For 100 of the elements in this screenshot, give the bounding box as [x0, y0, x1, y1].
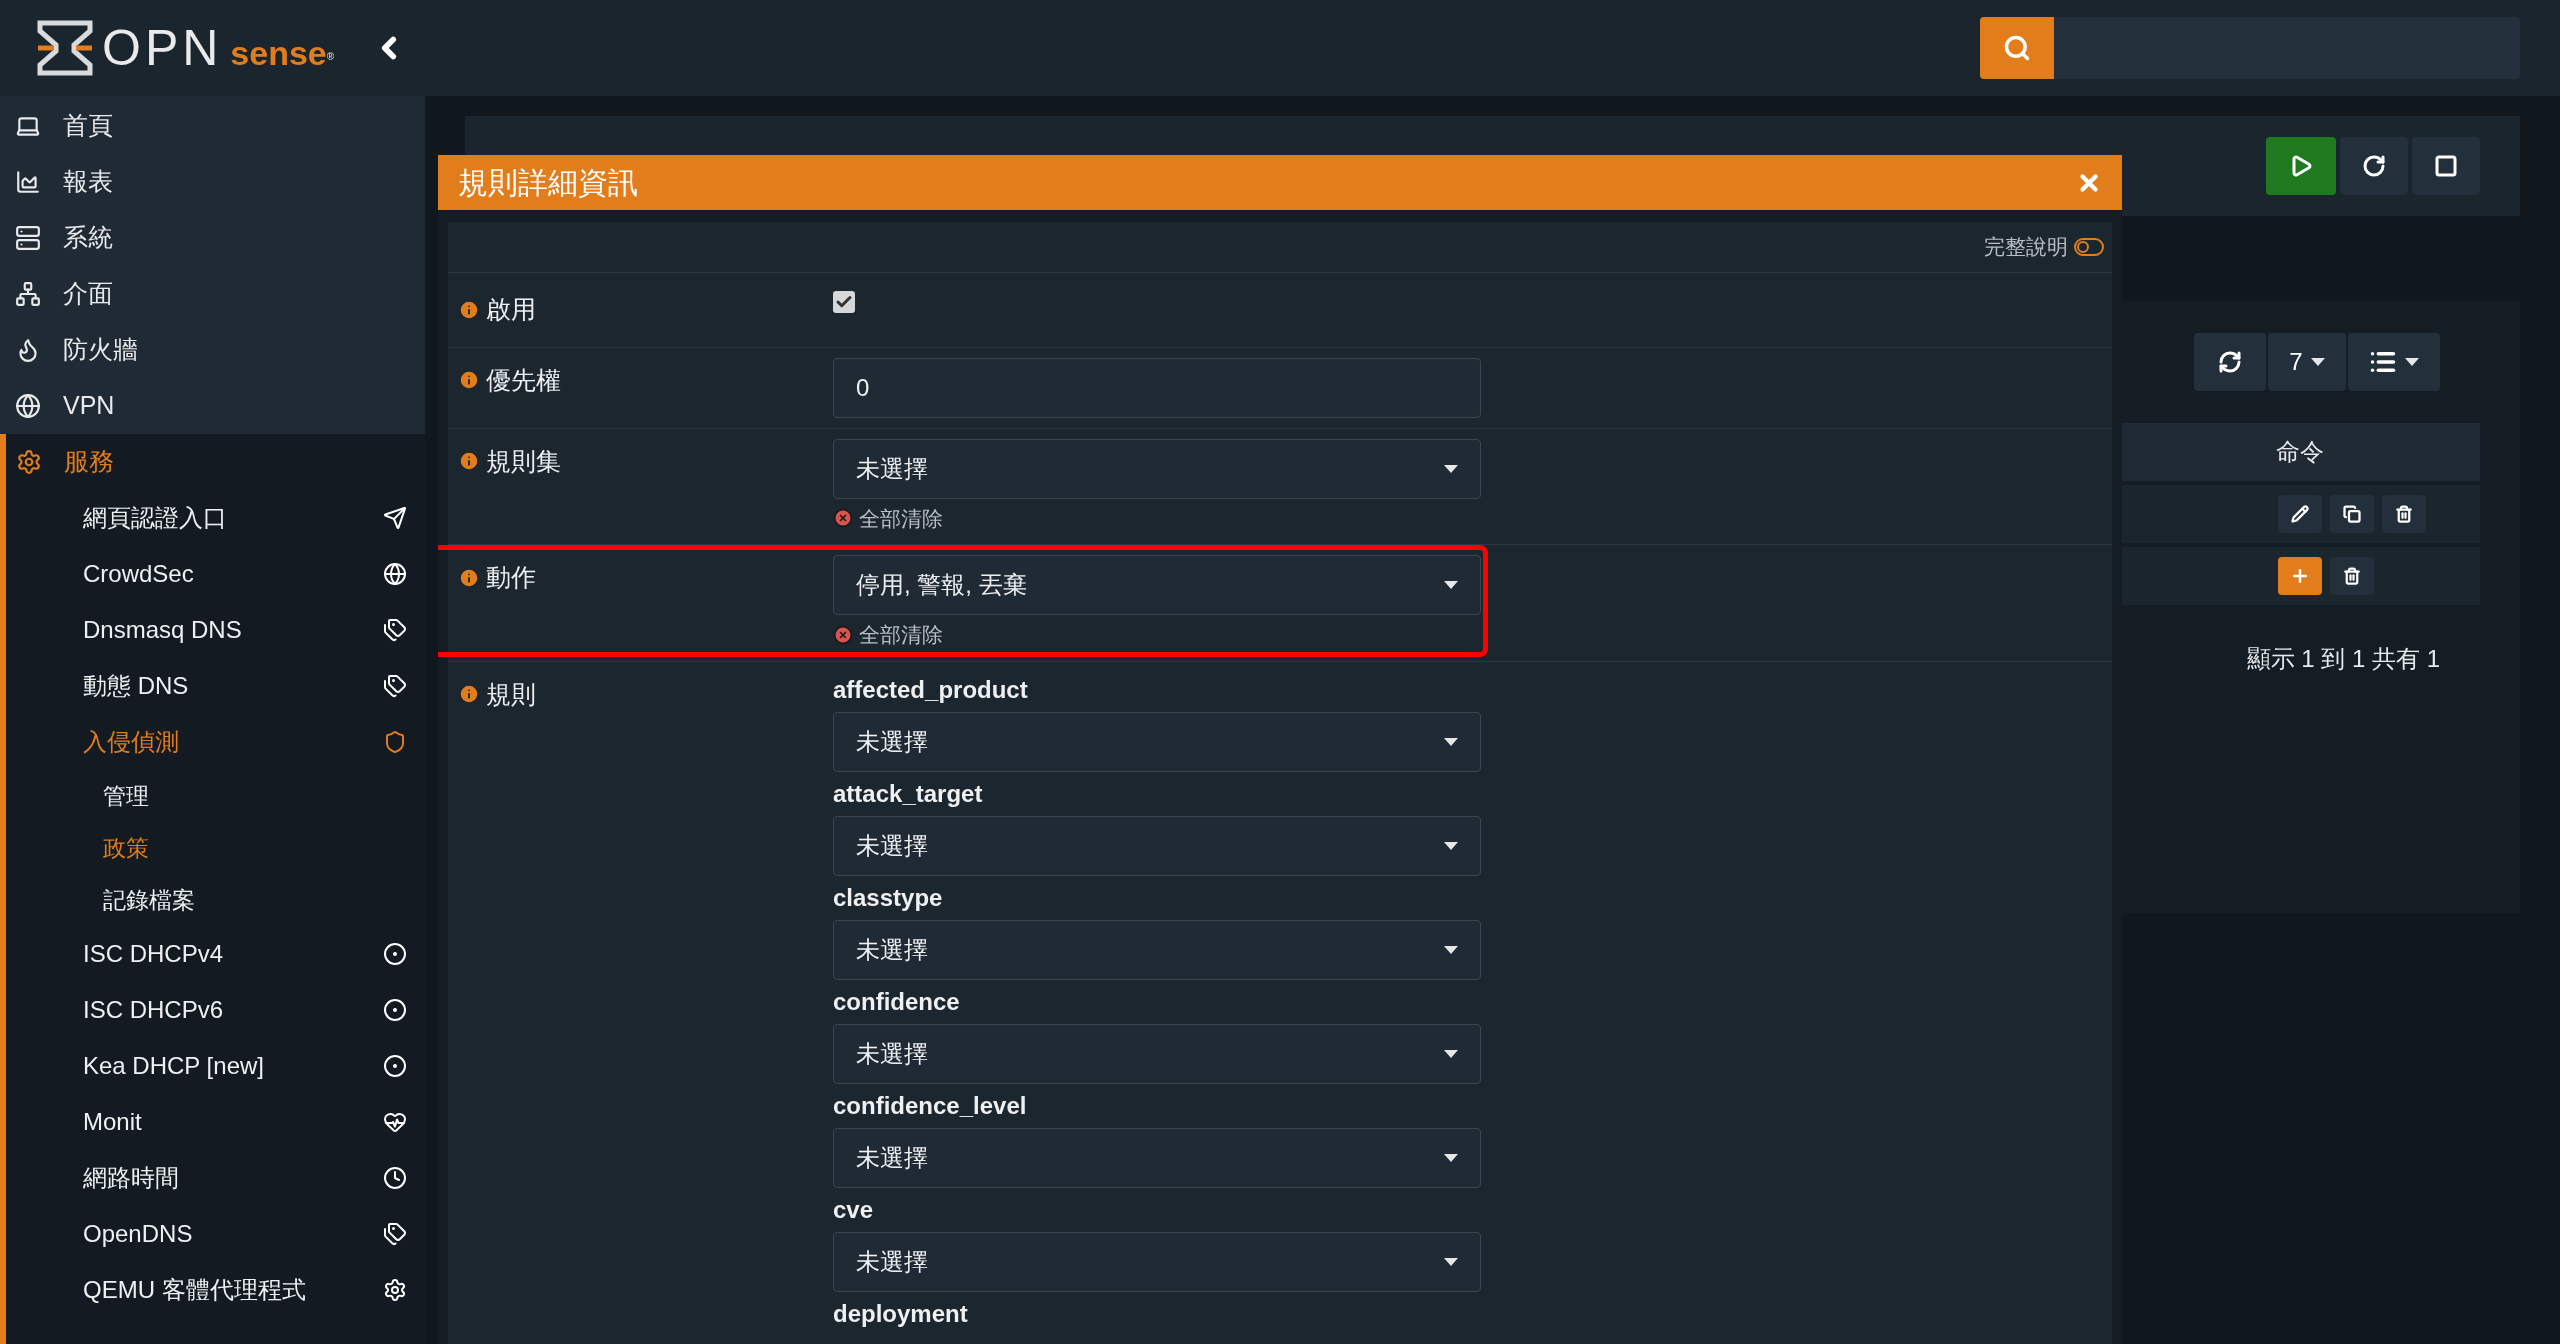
pagination-info: 顯示 1 到 1 共有 1: [2246, 644, 2440, 674]
add-button[interactable]: [2278, 557, 2322, 595]
delete-button[interactable]: [2330, 557, 2374, 595]
globe-icon: [15, 393, 41, 419]
field-sublabel: confidence: [833, 986, 961, 1017]
sidebar-item[interactable]: 報表: [0, 154, 425, 210]
caret-icon: [1444, 1257, 1458, 1266]
trash-icon: [2395, 505, 2413, 523]
copy-button[interactable]: [2330, 495, 2374, 533]
sidebar-subitem[interactable]: CrowdSec: [6, 546, 425, 602]
target-icon: [383, 998, 407, 1022]
refresh-button[interactable]: [2194, 333, 2266, 391]
sidebar-item[interactable]: 防火牆: [0, 322, 425, 378]
info-icon[interactable]: [458, 369, 480, 392]
logo-icon: [36, 19, 94, 77]
select-field[interactable]: 未選擇: [833, 438, 1481, 499]
full-help-toggle[interactable]: [2074, 238, 2104, 256]
full-help-label: 完整說明: [1984, 234, 2068, 261]
restart-button[interactable]: [2340, 137, 2408, 195]
target-icon: [383, 942, 407, 966]
field-label: 動作: [486, 562, 536, 593]
network-icon: [15, 281, 41, 307]
caret-icon: [1444, 1049, 1458, 1058]
start-button[interactable]: [2266, 137, 2336, 195]
sidebar-subitem[interactable]: OpenDNS: [6, 1206, 425, 1262]
field-sublabel: classtype: [833, 882, 944, 913]
trash-icon: [2343, 567, 2361, 585]
globe-icon: [383, 562, 407, 586]
checkbox[interactable]: [833, 291, 855, 313]
field-label: 啟用: [486, 294, 536, 325]
caret-icon: [1444, 581, 1458, 589]
columns-dropdown[interactable]: [2348, 333, 2440, 391]
page-size-dropdown[interactable]: 7: [2268, 333, 2346, 391]
select-field[interactable]: 未選擇: [833, 711, 1481, 772]
search-icon: [2003, 34, 2031, 62]
pencil-icon: [2291, 505, 2309, 523]
info-icon[interactable]: [458, 566, 480, 589]
info-icon[interactable]: [458, 298, 480, 321]
column-header: 命令: [2275, 437, 2325, 467]
heartbeat-icon: [383, 1110, 407, 1134]
sidebar-subitem[interactable]: Kea DHCP [new]: [6, 1038, 425, 1094]
delete-button[interactable]: [2382, 495, 2426, 533]
sidebar-subitem[interactable]: ISC DHCPv6: [6, 982, 425, 1038]
stop-icon: [2434, 154, 2458, 178]
area-chart-icon: [15, 169, 41, 195]
field-sublabel: cve: [833, 1194, 875, 1225]
gear-icon: [383, 1278, 407, 1302]
caret-icon: [2310, 358, 2325, 366]
select-field[interactable]: 未選擇: [833, 1023, 1481, 1084]
sidebar-item[interactable]: 首頁: [0, 98, 425, 154]
sidebar-subitem[interactable]: Monit: [6, 1094, 425, 1150]
logo-accent: sense$^{®}$: [230, 36, 335, 70]
sidebar-item[interactable]: 服務: [6, 434, 425, 490]
refresh-icon: [2218, 350, 2242, 374]
search-button[interactable]: [1980, 17, 2054, 79]
sidebar-subitem[interactable]: ISC DHCPv4: [6, 926, 425, 982]
caret-icon: [1444, 841, 1458, 850]
sidebar-subitem[interactable]: 政策: [6, 822, 425, 874]
sidebar-subitem[interactable]: 網路時間: [6, 1150, 425, 1206]
shield-icon: [383, 730, 407, 754]
caret-icon: [1444, 464, 1458, 473]
sidebar-subitem[interactable]: 動態 DNS: [6, 658, 425, 714]
select-field[interactable]: 未選擇: [833, 919, 1481, 980]
plus-icon: [2290, 566, 2310, 586]
clear-icon: [833, 508, 853, 529]
field-sublabel: confidence_level: [833, 1090, 1028, 1121]
sidebar-subitem[interactable]: 管理: [6, 770, 425, 822]
sidebar-subitem[interactable]: QEMU 客體代理程式: [6, 1262, 425, 1318]
input-field[interactable]: 0: [833, 357, 1481, 418]
sidebar-item[interactable]: 介面: [0, 266, 425, 322]
sidebar-subitem[interactable]: 網頁認證入口: [6, 490, 425, 546]
sidebar-subitem[interactable]: 入侵偵測: [6, 714, 425, 770]
paper-plane-icon: [383, 506, 407, 530]
sidebar-subitem[interactable]: 記錄檔案: [6, 874, 425, 926]
clear-all-link[interactable]: 全部清除: [859, 502, 943, 534]
field-sublabel: affected_product: [833, 674, 1029, 705]
select-field[interactable]: 停用, 警報, 丟棄: [833, 555, 1481, 615]
sidebar-item[interactable]: VPN: [0, 378, 425, 434]
edit-button[interactable]: [2278, 495, 2322, 533]
caret-icon: [1444, 737, 1458, 746]
stop-button[interactable]: [2412, 137, 2480, 195]
info-icon[interactable]: [458, 683, 480, 706]
field-label: 規則集: [486, 445, 561, 477]
caret-icon: [1444, 945, 1458, 954]
reload-icon: [2362, 154, 2386, 178]
dialog-title: 規則詳細資訊: [458, 165, 638, 201]
sidebar-item[interactable]: 系統: [0, 210, 425, 266]
select-field[interactable]: 未選擇: [833, 1127, 1481, 1188]
clear-all-link[interactable]: 全部清除: [859, 619, 943, 651]
tags-icon: [383, 618, 407, 642]
caret-icon: [1444, 1153, 1458, 1162]
select-field[interactable]: 未選擇: [833, 815, 1481, 876]
target-icon: [383, 1054, 407, 1078]
tags-icon: [383, 1222, 407, 1246]
field-sublabel: attack_target: [833, 778, 984, 809]
sidebar-subitem[interactable]: Dnsmasq DNS: [6, 602, 425, 658]
clear-icon: [833, 624, 853, 645]
select-field[interactable]: 未選擇: [833, 1231, 1481, 1292]
search-field[interactable]: [2054, 17, 2520, 79]
info-icon[interactable]: [458, 450, 480, 473]
